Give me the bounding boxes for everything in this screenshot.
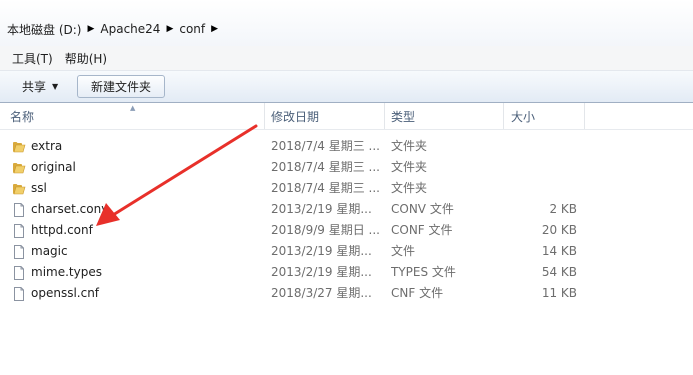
- file-icon: [11, 244, 27, 260]
- file-row[interactable]: original 2018/7/4 星期三 ... 文件夹: [0, 157, 693, 178]
- file-date: 2018/7/4 星期三 ...: [271, 139, 380, 153]
- file-row[interactable]: extra 2018/7/4 星期三 ... 文件夹: [0, 136, 693, 157]
- sort-up-icon: ▲: [130, 104, 136, 112]
- file-row[interactable]: httpd.conf 2018/9/9 星期日 ... CONF 文件 20 KB: [0, 220, 693, 241]
- file-date: 2013/2/19 星期...: [271, 244, 372, 258]
- column-header: ▲ 名称 修改日期 类型 大小: [0, 103, 693, 130]
- file-date: 2018/7/4 星期三 ...: [271, 160, 380, 174]
- folder-icon: [11, 160, 27, 176]
- chevron-right-icon[interactable]: ▶: [163, 24, 176, 34]
- file-name: openssl.cnf: [31, 286, 100, 300]
- column-date[interactable]: 修改日期: [265, 103, 319, 129]
- file-name: httpd.conf: [31, 223, 93, 237]
- file-row[interactable]: openssl.cnf 2018/3/27 星期... CNF 文件 11 KB: [0, 283, 693, 304]
- file-size: 54 KB: [541, 265, 577, 279]
- toolbar: 共享 ▼ 新建文件夹: [0, 71, 693, 103]
- breadcrumb-apache24[interactable]: Apache24: [97, 22, 163, 36]
- file-type: 文件夹: [391, 139, 428, 153]
- address-bar[interactable]: 本地磁盘 (D:) ▶ Apache24 ▶ conf ▶: [0, 0, 693, 46]
- breadcrumb-drive[interactable]: 本地磁盘 (D:): [4, 21, 84, 38]
- file-size: 14 KB: [541, 244, 577, 258]
- breadcrumb-conf[interactable]: conf: [176, 22, 208, 36]
- file-name: magic: [31, 244, 68, 258]
- file-icon: [11, 265, 27, 281]
- menu-help[interactable]: 帮助(H): [61, 50, 111, 67]
- folder-icon: [11, 139, 27, 155]
- file-name: ssl: [31, 181, 47, 195]
- file-type: CONF 文件: [391, 223, 453, 237]
- column-type[interactable]: 类型: [385, 103, 415, 129]
- new-folder-button[interactable]: 新建文件夹: [77, 75, 165, 98]
- file-type: 文件夹: [391, 181, 428, 195]
- column-size[interactable]: 大小: [505, 103, 535, 129]
- file-row[interactable]: magic 2013/2/19 星期... 文件 14 KB: [0, 241, 693, 262]
- folder-icon: [11, 181, 27, 197]
- column-name[interactable]: 名称: [4, 103, 34, 129]
- column-divider[interactable]: [584, 103, 585, 129]
- share-button[interactable]: 共享 ▼: [14, 77, 66, 96]
- file-name: mime.types: [31, 265, 102, 279]
- file-type: 文件: [391, 244, 416, 258]
- file-date: 2018/9/9 星期日 ...: [271, 223, 380, 237]
- file-size: [505, 178, 577, 199]
- menu-bar: 工具(T) 帮助(H): [0, 46, 693, 71]
- breadcrumb: 本地磁盘 (D:) ▶ Apache24 ▶ conf ▶: [4, 20, 221, 38]
- file-size: [505, 157, 577, 178]
- new-folder-label: 新建文件夹: [90, 80, 151, 94]
- menu-tools[interactable]: 工具(T): [8, 50, 57, 67]
- file-list: extra 2018/7/4 星期三 ... 文件夹 original 2018/7/4…: [0, 136, 693, 304]
- chevron-down-icon: ▼: [52, 82, 59, 91]
- file-type: TYPES 文件: [391, 265, 456, 279]
- file-size: 20 KB: [541, 223, 577, 237]
- file-icon: [11, 202, 27, 218]
- chevron-right-icon[interactable]: ▶: [84, 24, 97, 34]
- file-date: 2013/2/19 星期...: [271, 265, 372, 279]
- file-row[interactable]: charset.conv 2013/2/19 星期... CONV 文件 2 KB: [0, 199, 693, 220]
- file-row[interactable]: mime.types 2013/2/19 星期... TYPES 文件 54 KB: [0, 262, 693, 283]
- file-icon: [11, 223, 27, 239]
- file-date: 2013/2/19 星期...: [271, 202, 372, 216]
- column-divider[interactable]: [503, 103, 504, 129]
- file-icon: [11, 286, 27, 302]
- file-date: 2018/7/4 星期三 ...: [271, 181, 380, 195]
- file-name: original: [31, 160, 76, 174]
- file-date: 2018/3/27 星期...: [271, 286, 372, 300]
- file-name: charset.conv: [31, 202, 109, 216]
- share-label: 共享: [22, 80, 47, 94]
- file-name: extra: [31, 139, 63, 153]
- file-size: 11 KB: [541, 286, 577, 300]
- file-type: CONV 文件: [391, 202, 454, 216]
- file-row[interactable]: ssl 2018/7/4 星期三 ... 文件夹: [0, 178, 693, 199]
- file-type: CNF 文件: [391, 286, 444, 300]
- file-size: [505, 136, 577, 157]
- file-size: 2 KB: [549, 202, 577, 216]
- file-type: 文件夹: [391, 160, 428, 174]
- chevron-right-icon[interactable]: ▶: [208, 24, 221, 34]
